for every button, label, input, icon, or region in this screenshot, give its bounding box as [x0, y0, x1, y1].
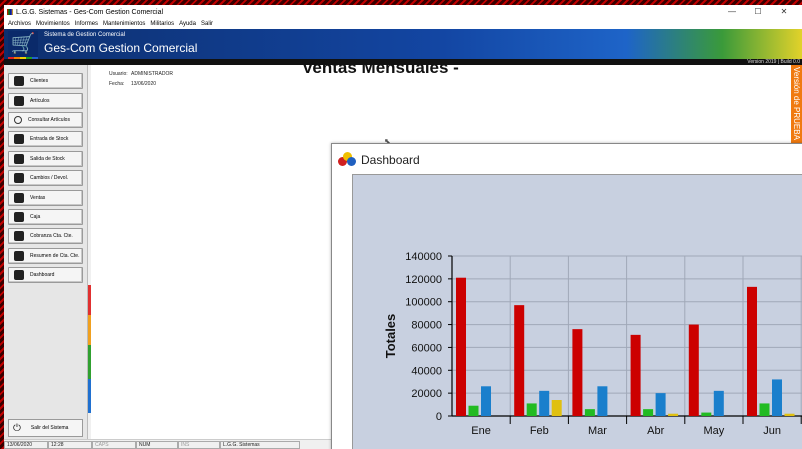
bar-chart-icon: [14, 270, 24, 280]
sidebar-item-label: Dashboard: [30, 272, 55, 278]
banner-subtitle: Sistema de Gestion Comercial: [44, 32, 126, 38]
sidebar-item-label: Artículos: [30, 98, 50, 104]
minimize-button[interactable]: —: [719, 5, 745, 19]
menu-ayuda[interactable]: Ayuda: [179, 21, 196, 27]
menu-militarios[interactable]: Militarios: [150, 21, 174, 27]
sidebar-item-resumen[interactable]: Resumen de Cta. Cte.: [8, 248, 83, 264]
status-date: 13/06/2020: [4, 441, 48, 449]
menu-salir[interactable]: Salir: [201, 21, 213, 27]
sidebar-item-label: Caja: [30, 214, 41, 220]
status-caps: CAPS: [92, 441, 136, 449]
status-num: NUM: [136, 441, 178, 449]
summary-icon: [14, 251, 24, 261]
sidebar-item-label: Clientes: [30, 78, 49, 84]
power-icon: ⏻: [13, 422, 21, 434]
sidebar-item-label: Entrada de Stock: [30, 136, 69, 142]
sidebar-item-salida-stock[interactable]: Salida de Stock: [8, 151, 83, 167]
window-title: L.G.G. Sistemas - Ges-Com Gestion Comerc…: [16, 8, 164, 16]
dashboard-app-icon: [338, 152, 356, 167]
trial-version-label: Versión de PRUEBA: [792, 67, 801, 140]
sidebar-item-cambios-devol[interactable]: Cambios / Devol.: [8, 170, 83, 186]
sidebar-item-label: Cobranza Cta. Cte.: [30, 233, 73, 239]
collection-icon: [14, 231, 24, 241]
sidebar: Clientes Artículos Consultar Artículos E…: [4, 65, 88, 439]
chart-title: Ventas Mensuales -: [302, 58, 459, 77]
app-icon: [7, 9, 13, 15]
articles-icon: [14, 96, 24, 106]
cart-in-icon: [14, 134, 24, 144]
sidebar-item-label: Consultar Artículos: [28, 117, 70, 123]
exit-button[interactable]: ⏻ Salir del Sistema: [8, 419, 83, 437]
menu-mantenimientos[interactable]: Mantenimientos: [103, 21, 145, 27]
sidebar-item-label: Cambios / Devol.: [30, 175, 69, 181]
banner-title: Ges-Com Gestion Comercial: [44, 41, 198, 55]
status-company: L.G.G. Sistemas: [220, 441, 300, 449]
sidebar-item-label: Salida de Stock: [30, 156, 65, 162]
sidebar-item-clientes[interactable]: Clientes: [8, 73, 83, 89]
clients-icon: [14, 76, 24, 86]
dashboard-body: [352, 174, 802, 449]
dashboard-title-bar[interactable]: Dashboard: [332, 144, 802, 174]
cart-logo-icon: 🛒: [8, 31, 38, 57]
cash-register-icon: [14, 212, 24, 222]
cart-out-icon: [14, 154, 24, 164]
title-bar: L.G.G. Sistemas - Ges-Com Gestion Comerc…: [4, 5, 802, 19]
status-time: 12:28: [48, 441, 92, 449]
sidebar-item-consultar-articulos[interactable]: Consultar Artículos: [8, 112, 83, 128]
date-value: 13/06/2020: [131, 81, 157, 87]
menu-informes[interactable]: Informes: [75, 21, 98, 27]
date-info: Fecha: 13/06/2020: [109, 81, 156, 87]
user-info: Usuario: ADMINISTRADOR: [109, 71, 173, 77]
maximize-button[interactable]: ☐: [745, 5, 771, 19]
dashboard-title: Dashboard: [361, 153, 420, 167]
sidebar-item-cobranza[interactable]: Cobranza Cta. Cte.: [8, 228, 83, 244]
user-value: ADMINISTRADOR: [131, 71, 173, 77]
sidebar-item-label: Resumen de Cta. Cte.: [30, 253, 80, 259]
sidebar-item-entrada-stock[interactable]: Entrada de Stock: [8, 131, 83, 147]
sidebar-item-dashboard[interactable]: Dashboard: [8, 267, 83, 283]
trial-version-tab: Versión de PRUEBA: [791, 65, 802, 155]
sidebar-item-caja[interactable]: Caja: [8, 209, 83, 225]
sales-icon: [14, 193, 24, 203]
user-label: Usuario:: [109, 71, 128, 77]
menu-bar: Archivos Movimientos Informes Mantenimie…: [4, 19, 802, 29]
sidebar-item-label: Ventas: [30, 195, 46, 201]
date-label: Fecha:: [109, 81, 125, 87]
exit-label: Salir del Sistema: [30, 425, 69, 431]
sidebar-item-ventas[interactable]: Ventas: [8, 190, 83, 206]
menu-movimientos[interactable]: Movimientos: [36, 21, 70, 27]
menu-archivos[interactable]: Archivos: [8, 21, 31, 27]
search-icon: [14, 116, 22, 124]
dashboard-window: Dashboard: [331, 143, 802, 449]
exchange-icon: [14, 173, 24, 183]
sidebar-item-articulos[interactable]: Artículos: [8, 93, 83, 109]
status-ins: INS: [178, 441, 220, 449]
close-button[interactable]: ✕: [771, 5, 797, 19]
